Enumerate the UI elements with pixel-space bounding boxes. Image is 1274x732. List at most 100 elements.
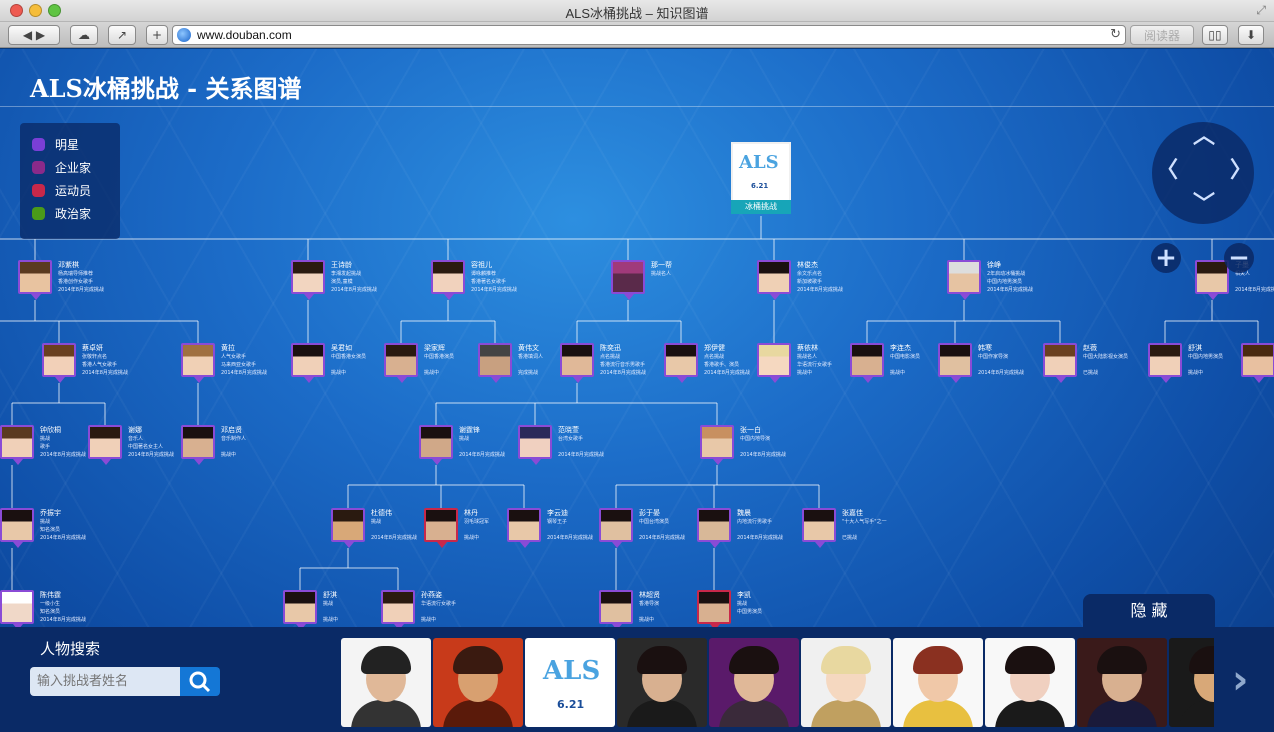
person-photo[interactable]: [518, 425, 552, 459]
chevron-down-icon[interactable]: ﹀: [1193, 194, 1215, 216]
person-photo[interactable]: [431, 260, 465, 294]
minus-icon: −: [1228, 243, 1250, 273]
person-desc-1: 中国台湾演员: [639, 519, 670, 525]
person-photo[interactable]: [697, 590, 731, 624]
person-photo[interactable]: [611, 260, 645, 294]
reader-button[interactable]: 阅读器: [1130, 25, 1194, 45]
person-photo[interactable]: [1043, 343, 1077, 377]
person-photo[interactable]: [850, 343, 884, 377]
person-node[interactable]: 乔振宇 挑战 知名演员 2014年8月完成挑战: [0, 508, 180, 548]
person-node[interactable]: [1241, 343, 1274, 383]
person-thumbnail[interactable]: [893, 638, 983, 727]
legend-item-athlete[interactable]: 运动员: [32, 179, 108, 202]
person-photo[interactable]: [42, 343, 76, 377]
person-node[interactable]: 孙燕姿 华语流行女歌手 挑战中: [381, 590, 561, 630]
person-photo[interactable]: [560, 343, 594, 377]
share-button[interactable]: ↗: [108, 25, 136, 45]
person-photo[interactable]: [283, 590, 317, 624]
person-node[interactable]: 林俊杰 余文乐点名 新加坡歌手 2014年8月完成挑战: [757, 260, 937, 300]
person-photo[interactable]: [478, 343, 512, 377]
person-thumbnail[interactable]: [1169, 638, 1214, 727]
person-photo[interactable]: [291, 343, 325, 377]
person-name: 黄拉: [221, 344, 235, 352]
hide-tab-button[interactable]: 隐 藏: [1083, 594, 1215, 627]
person-node[interactable]: 邓启贤 音乐制作人 挑战中: [181, 425, 361, 465]
chevron-up-icon[interactable]: ︿: [1193, 126, 1215, 148]
legend-item-politician[interactable]: 政治家: [32, 202, 108, 225]
person-thumbnail[interactable]: [985, 638, 1075, 727]
person-photo[interactable]: [700, 425, 734, 459]
icloud-button[interactable]: ☁: [70, 25, 98, 45]
person-photo[interactable]: [384, 343, 418, 377]
person-photo[interactable]: [757, 260, 791, 294]
person-photo[interactable]: [181, 343, 215, 377]
person-photo[interactable]: [599, 590, 633, 624]
person-desc-3: 挑战中: [323, 617, 339, 623]
fullscreen-icon[interactable]: ⤢: [1256, 3, 1266, 18]
person-photo[interactable]: [802, 508, 836, 542]
legend-item-entrepreneur[interactable]: 企业家: [32, 156, 108, 179]
chevron-right-icon[interactable]: 〉: [1230, 160, 1252, 182]
person-thumbnail[interactable]: [709, 638, 799, 727]
person-photo[interactable]: [381, 590, 415, 624]
person-node[interactable]: 张一白 中国内地导演 2014年8月完成挑战: [700, 425, 880, 465]
person-desc-2: 知名演员: [40, 609, 61, 615]
person-thumbnail[interactable]: [341, 638, 431, 727]
zoom-out-button[interactable]: −: [1224, 243, 1254, 273]
search-button[interactable]: [180, 667, 220, 696]
back-forward-buttons[interactable]: ◀ ▶: [8, 25, 60, 45]
node-pin-icon: [13, 459, 23, 465]
address-bar[interactable]: www.douban.com ↻: [172, 25, 1126, 45]
forward-icon[interactable]: ▶: [36, 28, 45, 42]
legend-item-star[interactable]: 明星: [32, 133, 108, 156]
chevron-right-icon[interactable]: ›: [1232, 657, 1248, 703]
person-node[interactable]: 范晓萱 台湾女歌手 2014年8月完成挑战: [518, 425, 698, 465]
person-photo[interactable]: [697, 508, 731, 542]
person-photo[interactable]: [507, 508, 541, 542]
reload-icon[interactable]: ↻: [1110, 27, 1121, 42]
person-photo[interactable]: [938, 343, 972, 377]
search-input[interactable]: [30, 667, 182, 696]
person-photo[interactable]: [664, 343, 698, 377]
pan-control[interactable]: ︿ ﹀ 〈 〉: [1152, 122, 1254, 224]
person-node[interactable]: 李凯 挑战 中国男演员: [697, 590, 877, 630]
person-name: 黄伟文: [518, 344, 539, 352]
person-photo[interactable]: [599, 508, 633, 542]
person-desc-3: 2014年8月完成挑战: [58, 287, 104, 293]
node-pin-icon: [573, 377, 583, 383]
url-text[interactable]: www.douban.com: [197, 28, 292, 42]
person-photo[interactable]: [1148, 343, 1182, 377]
person-thumbnail[interactable]: [433, 638, 523, 727]
person-photo[interactable]: [0, 508, 34, 542]
person-node[interactable]: 陈伟霆 一级小生 知名演员 2014年8月完成挑战: [0, 590, 180, 630]
person-photo[interactable]: [947, 260, 981, 294]
person-photo[interactable]: [419, 425, 453, 459]
person-photo[interactable]: [0, 590, 34, 624]
bookmarks-button[interactable]: ▯▯: [1202, 25, 1228, 45]
chevron-left-icon[interactable]: 〈: [1156, 160, 1178, 182]
node-pin-icon: [437, 542, 447, 548]
person-thumbnail[interactable]: [801, 638, 891, 727]
person-photo[interactable]: [1241, 343, 1274, 377]
person-node[interactable]: 邓紫棋 杨高瑞导师推荐 香港创作女歌手 2014年8月完成挑战: [18, 260, 198, 300]
person-node[interactable]: 容祖儿 谭咏麟推荐 香港著名女歌手 2014年8月完成挑战: [431, 260, 611, 300]
person-photo[interactable]: [88, 425, 122, 459]
back-icon[interactable]: ◀: [23, 28, 32, 42]
person-photo[interactable]: [18, 260, 52, 294]
person-photo[interactable]: [331, 508, 365, 542]
person-photo[interactable]: [757, 343, 791, 377]
person-thumbnail[interactable]: [617, 638, 707, 727]
person-photo[interactable]: [0, 425, 34, 459]
downloads-button[interactable]: ⬇: [1238, 25, 1264, 45]
person-photo[interactable]: [291, 260, 325, 294]
person-photo[interactable]: [181, 425, 215, 459]
person-photo[interactable]: [1195, 260, 1229, 294]
root-node[interactable]: ALS 6.21 冰桶挑战: [731, 142, 791, 214]
zoom-in-button[interactable]: +: [1151, 243, 1181, 273]
person-photo[interactable]: [424, 508, 458, 542]
person-thumbnail[interactable]: ALS 6.21: [525, 638, 615, 727]
person-thumbnail[interactable]: [1077, 638, 1167, 727]
new-tab-button[interactable]: +: [146, 25, 168, 45]
person-node[interactable]: 徐峥 2年启动冰桶挑战 中国内地男演员 2014年8月完成挑战: [947, 260, 1127, 300]
person-node[interactable]: 张嘉佳 "十大人气写手"之一 已挑战: [802, 508, 982, 548]
